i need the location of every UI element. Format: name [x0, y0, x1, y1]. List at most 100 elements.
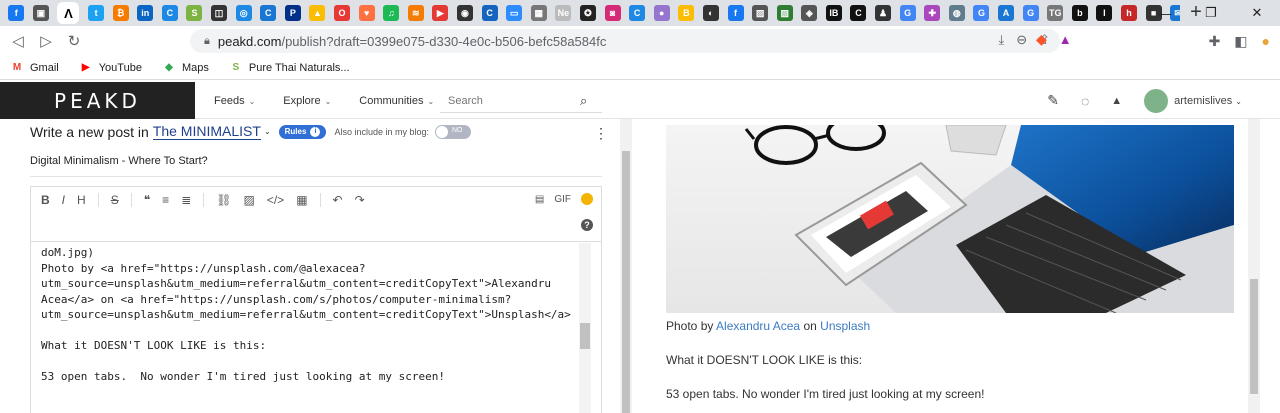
reload-button[interactable]: ↻ [60, 27, 88, 55]
b-icon[interactable]: b [1071, 5, 1088, 21]
unordered-list-icon[interactable]: ≣ [181, 193, 191, 207]
preview-scrollbar[interactable] [1248, 119, 1260, 413]
shield-icon[interactable]: ◈ [801, 5, 818, 21]
maximize-button[interactable]: ❐ [1188, 0, 1234, 26]
profile-icon[interactable]: ● [1262, 33, 1270, 49]
fire-icon[interactable]: ✪ [579, 5, 596, 21]
zoom-icon[interactable]: ▭ [506, 5, 523, 21]
undo-icon[interactable]: ↶ [333, 193, 343, 207]
scrollbar-thumb[interactable] [580, 323, 590, 349]
ibc-icon[interactable]: IB [825, 5, 842, 21]
coin-icon[interactable]: ◐ [702, 5, 719, 21]
bookmark-item[interactable]: S Pure Thai Naturals... [229, 61, 350, 75]
youtube-icon[interactable]: ▶ [432, 5, 449, 21]
post-title-field[interactable]: Digital Minimalism - Where To Start? [30, 155, 602, 177]
google2-icon[interactable]: G [973, 5, 990, 21]
minimize-button[interactable]: — [1142, 0, 1188, 26]
media-icon[interactable]: ▤ [535, 194, 544, 205]
instagram-icon[interactable]: ◙ [604, 5, 621, 21]
nav-item-communities[interactable]: Communities ⌄ [359, 95, 434, 107]
link-icon[interactable]: ⛓ [216, 193, 231, 207]
back-button[interactable]: ◁ [4, 27, 32, 55]
search-input[interactable] [440, 94, 580, 107]
grid-icon[interactable]: ▦ [530, 5, 547, 21]
table-icon[interactable]: ▦ [296, 193, 307, 207]
editor-scrollbar[interactable] [620, 119, 632, 413]
circle-icon[interactable]: ● [653, 5, 670, 21]
chevron-down-icon[interactable]: ⌄ [264, 127, 271, 136]
bookmark-icon[interactable]: B [678, 5, 695, 21]
quote-icon[interactable]: ❝ [144, 193, 150, 207]
nav-item-feeds[interactable]: Feeds ⌄ [214, 95, 255, 107]
gif-button[interactable]: GIF [554, 194, 571, 205]
news-icon[interactable]: Ne [555, 5, 572, 21]
strikethrough-icon[interactable]: S [111, 193, 119, 207]
peakd-logo[interactable]: PEAKD [0, 82, 195, 119]
fb2-icon[interactable]: f [727, 5, 744, 21]
pencil-icon[interactable]: ✎ [1047, 92, 1059, 109]
target-icon[interactable]: ◎ [235, 5, 252, 21]
install-icon[interactable]: ⤓ [998, 32, 1004, 48]
google-icon[interactable]: G [899, 5, 916, 21]
more-options-icon[interactable]: ⋮ [594, 125, 608, 142]
ordered-list-icon[interactable]: ≡ [162, 193, 169, 207]
image2-icon[interactable]: ▨ [776, 5, 793, 21]
bell-icon[interactable]: ▲ [1111, 95, 1122, 107]
h-icon[interactable]: h [1121, 5, 1138, 21]
save-icon[interactable]: ▣ [32, 5, 49, 21]
drive-icon[interactable]: ▲ [309, 5, 326, 21]
help-icon[interactable]: ? [581, 219, 593, 231]
linkedin-icon[interactable]: in [137, 5, 154, 21]
italic-icon[interactable]: I [62, 193, 65, 207]
google3-icon[interactable]: G [1022, 5, 1039, 21]
c2-icon[interactable]: C [260, 5, 277, 21]
extensions-puzzle-icon[interactable]: ✚ [1209, 33, 1221, 50]
globe-icon[interactable]: ◍ [948, 5, 965, 21]
emoji-icon[interactable] [581, 193, 593, 205]
twitter-icon[interactable]: t [88, 5, 105, 21]
author-link[interactable]: Alexandru Acea [716, 319, 800, 333]
person-icon[interactable]: ♟ [875, 5, 892, 21]
i-icon[interactable]: I [1096, 5, 1113, 21]
c5-icon[interactable]: C [850, 5, 867, 21]
markdown-textarea[interactable]: doM.jpg) Photo by <a href="https://unspla… [41, 245, 581, 385]
c4-icon[interactable]: C [629, 5, 646, 21]
redo-icon[interactable]: ↷ [355, 193, 365, 207]
sidebar-icon[interactable]: ◧ [1234, 33, 1247, 50]
app-icon[interactable]: ◫ [211, 5, 228, 21]
heart-icon[interactable]: ♥ [358, 5, 375, 21]
opera-icon[interactable]: O [334, 5, 351, 21]
c-icon[interactable]: C [161, 5, 178, 21]
forward-button[interactable]: ▷ [32, 27, 60, 55]
user-menu[interactable]: artemislives ⌄ [1144, 88, 1242, 113]
rss-icon[interactable]: ≋ [407, 5, 424, 21]
close-window-button[interactable]: ✕ [1234, 0, 1280, 26]
textarea-scrollbar[interactable] [579, 243, 591, 413]
spotify-icon[interactable]: ♫ [383, 5, 400, 21]
github-icon[interactable]: ◉ [456, 5, 473, 21]
a-icon[interactable]: A [998, 5, 1015, 21]
peakd-icon[interactable]: Λ [57, 2, 80, 24]
search-icon[interactable]: ⌕ [580, 93, 587, 109]
rules-button[interactable]: Rules i [278, 124, 327, 139]
blog-toggle[interactable]: NO [435, 124, 471, 139]
facebook-icon[interactable]: f [8, 5, 25, 21]
puzzle-icon[interactable]: ✚ [924, 5, 941, 21]
heading-icon[interactable]: H [77, 193, 86, 207]
image-icon[interactable]: ▨ [752, 5, 769, 21]
shopify-icon[interactable]: S [186, 5, 203, 21]
brave-shield-icon[interactable]: ◆ [1036, 31, 1047, 48]
c3-icon[interactable]: C [481, 5, 498, 21]
bookmark-item[interactable]: M Gmail [10, 61, 59, 75]
zoom-icon[interactable]: ⊖ [1016, 32, 1027, 48]
paypal-icon[interactable]: P [284, 5, 301, 21]
scrollbar-thumb[interactable] [622, 151, 630, 413]
scrollbar-thumb[interactable] [1250, 279, 1258, 394]
code-icon[interactable]: </> [267, 193, 284, 207]
community-selector[interactable]: The MINIMALIST [152, 123, 261, 140]
bitcoin-icon[interactable]: ₿ [112, 5, 129, 21]
address-bar[interactable]: 🔒︎ peakd.com/publish?draft=0399e075-d330… [190, 29, 1060, 53]
unsplash-link[interactable]: Unsplash [820, 319, 870, 333]
bookmark-item[interactable]: ▶ YouTube [79, 61, 142, 75]
brave-rewards-icon[interactable]: ▲ [1059, 32, 1072, 47]
